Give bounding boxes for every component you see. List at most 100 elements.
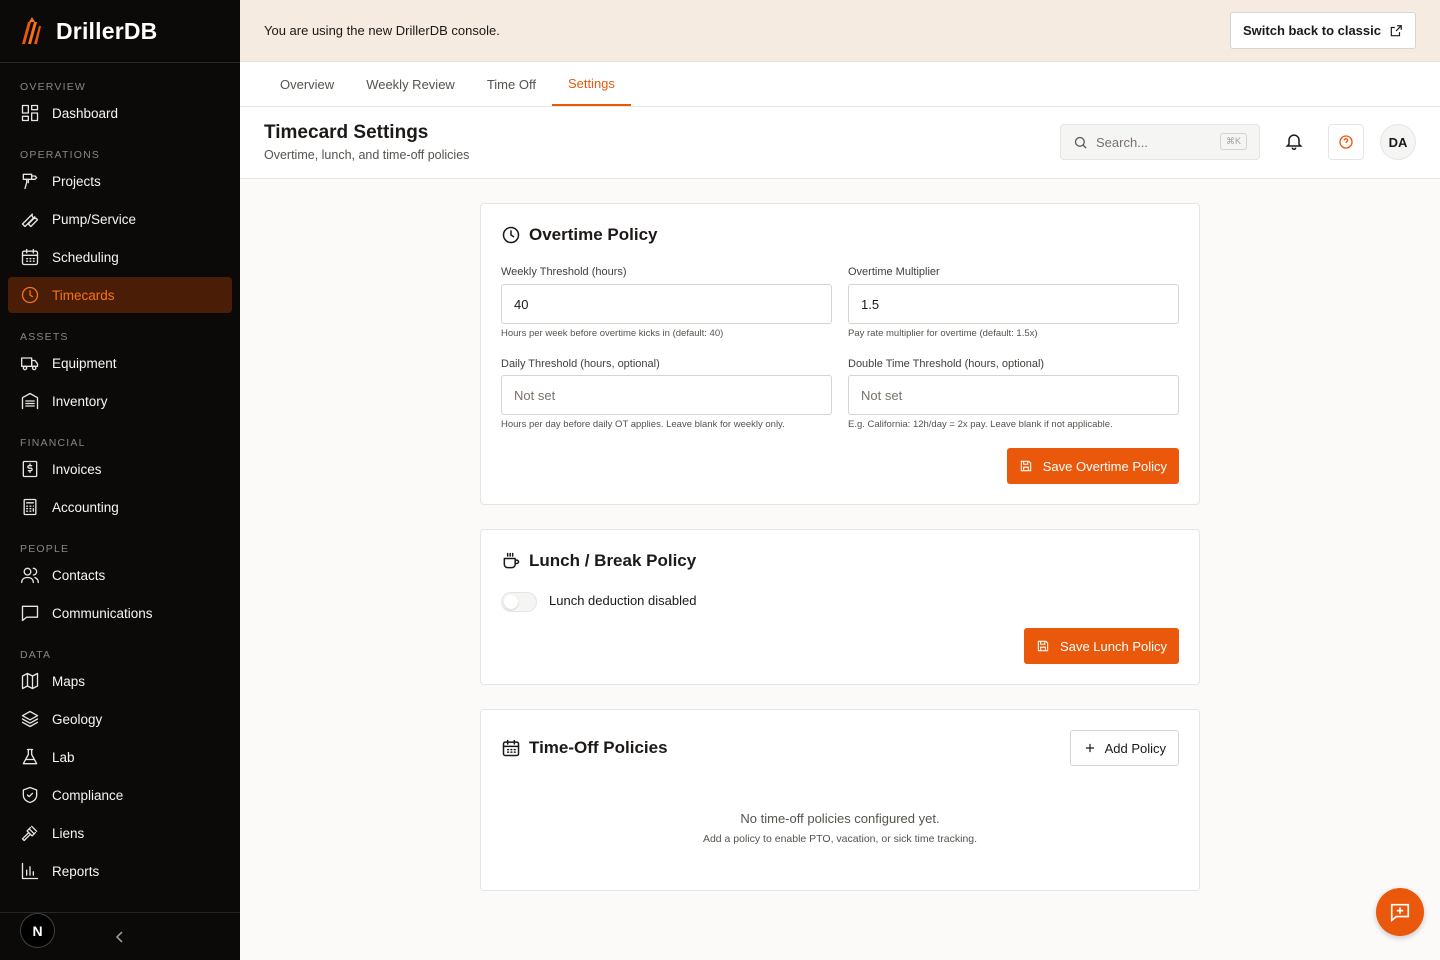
tab-time-off[interactable]: Time Off: [471, 62, 552, 106]
sidebar-item-label: Dashboard: [52, 105, 119, 121]
sidebar-item-scheduling[interactable]: Scheduling: [8, 239, 232, 275]
dashboard-icon: [21, 104, 39, 122]
page-subtitle: Overtime, lunch, and time-off policies: [264, 148, 470, 162]
double-time-input[interactable]: [848, 375, 1179, 415]
search-shortcut: ⌘K: [1219, 133, 1247, 150]
sidebar-item-compliance[interactable]: Compliance: [8, 777, 232, 813]
nav-section-label: FINANCIAL: [20, 437, 86, 449]
switch-classic-button[interactable]: Switch back to classic: [1229, 12, 1416, 49]
calculator-icon: [23, 498, 37, 516]
sidebar-item-maps[interactable]: Maps: [8, 663, 232, 699]
map-icon: [21, 672, 39, 690]
message-icon: [21, 605, 39, 622]
help-icon: [1339, 135, 1353, 149]
nav-section-label: ASSETS: [20, 331, 69, 343]
sidebar-item-label: Inventory: [52, 393, 108, 409]
invoice-icon: [22, 460, 38, 478]
n-badge[interactable]: N: [20, 913, 55, 948]
users-icon: [21, 567, 39, 584]
sidebar-item-liens[interactable]: Liens: [8, 815, 232, 851]
sidebar-item-communications[interactable]: Communications: [8, 595, 232, 631]
tab-weekly-review[interactable]: Weekly Review: [350, 62, 471, 106]
empty-state-subtitle: Add a policy to enable PTO, vacation, or…: [702, 833, 978, 845]
sidebar-item-label: Geology: [52, 711, 103, 727]
drillerdb-logo-icon: [22, 17, 41, 44]
sidebar-item-invoices[interactable]: Invoices: [8, 451, 232, 487]
console-banner: You are using the new DrillerDB console.…: [240, 0, 1440, 62]
double-time-help: E.g. California: 12h/day = 2x pay. Leave…: [848, 419, 1113, 430]
tab-settings[interactable]: Settings: [551, 62, 631, 106]
drill-icon: [22, 173, 38, 190]
clock-icon: [502, 226, 520, 244]
save-lunch-label: Save Lunch Policy: [1060, 638, 1167, 654]
sidebar-item-pump-service[interactable]: Pump/Service: [8, 201, 232, 237]
search-input[interactable]: Search... ⌘K: [1060, 124, 1260, 160]
sidebar-item-lab[interactable]: Lab: [8, 739, 232, 775]
page-title: Timecard Settings: [264, 122, 429, 143]
lunch-title: Lunch / Break Policy: [501, 551, 696, 571]
lunch-toggle-label: Lunch deduction disabled: [549, 593, 697, 608]
sidebar-footer: N: [0, 912, 240, 960]
lunch-policy-card: Lunch / Break Policy Lunch deduction dis…: [480, 529, 1200, 685]
sidebar-item-label: Liens: [52, 825, 85, 841]
save-overtime-label: Save Overtime Policy: [1042, 458, 1167, 474]
plus-icon: [1085, 743, 1094, 753]
help-button[interactable]: [1328, 124, 1364, 160]
brand-name: DrillerDB: [56, 17, 158, 44]
sidebar-item-label: Equipment: [52, 355, 117, 371]
sidebar-item-contacts[interactable]: Contacts: [8, 557, 232, 593]
chevron-left-icon[interactable]: [112, 929, 128, 945]
banner-text: You are using the new DrillerDB console.: [264, 23, 500, 38]
weekly-threshold-label: Weekly Threshold (hours): [501, 266, 627, 278]
calendar-icon: [502, 739, 520, 757]
chart-icon: [21, 862, 39, 880]
sidebar-item-equipment[interactable]: Equipment: [8, 345, 232, 381]
weekly-threshold-input[interactable]: [501, 284, 832, 324]
sidebar-item-label: Communications: [52, 605, 153, 621]
shield-icon: [22, 786, 38, 804]
daily-threshold-input[interactable]: [501, 375, 832, 415]
tab-overview[interactable]: Overview: [264, 62, 350, 106]
double-time-label: Double Time Threshold (hours, optional): [848, 358, 1045, 370]
empty-state-title: No time-off policies configured yet.: [740, 811, 940, 826]
sidebar-item-label: Accounting: [52, 499, 119, 515]
overtime-policy-card: Overtime Policy Weekly Threshold (hours)…: [480, 203, 1200, 505]
sidebar-item-label: Lab: [52, 749, 75, 765]
timeoff-title-text: Time-Off Policies: [529, 738, 668, 757]
page-header: Timecard Settings Overtime, lunch, and t…: [240, 107, 1440, 179]
daily-threshold-label: Daily Threshold (hours, optional): [501, 358, 660, 370]
chat-fab-button[interactable]: [1376, 888, 1424, 936]
avatar[interactable]: DA: [1380, 124, 1416, 160]
bell-icon[interactable]: [1284, 131, 1304, 151]
sidebar-item-label: Compliance: [52, 787, 124, 803]
sidebar-item-inventory[interactable]: Inventory: [8, 383, 232, 419]
overtime-title: Overtime Policy: [501, 225, 658, 245]
sidebar-item-label: Projects: [52, 173, 101, 189]
wrench-icon: [21, 213, 39, 228]
time-off-policies-card: Time-Off Policies Add Policy No time-off…: [480, 709, 1200, 891]
calendar-icon: [21, 248, 39, 266]
sidebar-item-dashboard[interactable]: Dashboard: [8, 95, 232, 131]
sidebar-item-geology[interactable]: Geology: [8, 701, 232, 737]
sidebar-item-timecards[interactable]: Timecards: [8, 277, 232, 313]
daily-threshold-help: Hours per day before daily OT applies. L…: [501, 419, 785, 430]
sidebar-item-label: Maps: [52, 673, 86, 689]
save-lunch-button[interactable]: Save Lunch Policy: [1024, 628, 1179, 664]
brand[interactable]: DrillerDB: [0, 0, 240, 63]
toggle-knob: [504, 595, 518, 609]
sidebar-item-projects[interactable]: Projects: [8, 163, 232, 199]
save-icon: [1020, 460, 1031, 472]
save-overtime-button[interactable]: Save Overtime Policy: [1006, 448, 1179, 484]
lunch-title-text: Lunch / Break Policy: [529, 551, 697, 570]
search-placeholder: Search...: [1096, 134, 1149, 150]
overtime-multiplier-help: Pay rate multiplier for overtime (defaul…: [848, 328, 1038, 339]
overtime-multiplier-input[interactable]: [848, 284, 1179, 324]
sidebar-item-accounting[interactable]: Accounting: [8, 489, 232, 525]
nav-section-label: DATA: [20, 649, 52, 661]
add-policy-button[interactable]: Add Policy: [1069, 730, 1179, 766]
sidebar-item-reports[interactable]: Reports: [8, 853, 232, 889]
lunch-deduction-toggle[interactable]: [501, 592, 537, 612]
sidebar-item-label: Scheduling: [52, 249, 119, 265]
nav-section-label: OPERATIONS: [20, 149, 101, 161]
sidebar-item-label: Pump/Service: [52, 211, 137, 227]
